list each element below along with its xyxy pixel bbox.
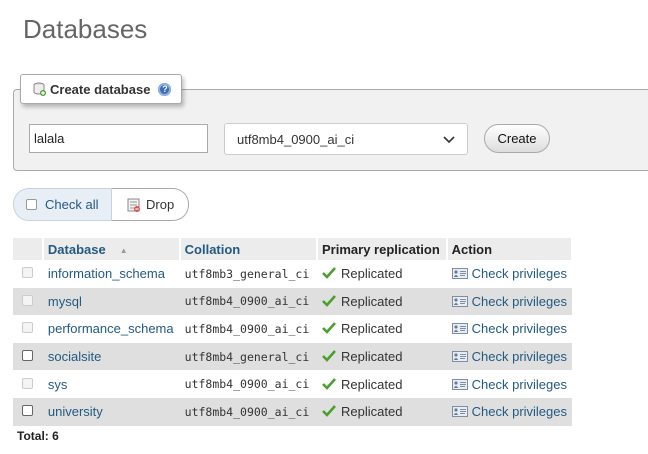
collation-cell: utf8mb4_0900_ai_ci bbox=[179, 287, 317, 316]
check-all-label: Check all bbox=[45, 197, 99, 212]
database-name-link[interactable]: mysql bbox=[42, 287, 180, 316]
checkmark-icon bbox=[322, 377, 336, 390]
check-privileges-link[interactable]: Check privileges bbox=[446, 287, 572, 316]
table-row: mysql utf8mb4_0900_ai_ci Replicated Check p… bbox=[13, 287, 572, 316]
replication-status: Replicated bbox=[341, 293, 403, 309]
check-privileges-label: Check privileges bbox=[471, 321, 567, 337]
collation-cell: utf8mb4_0900_ai_ci bbox=[179, 370, 317, 398]
databases-table: Database ▲ Collation Primary replication … bbox=[13, 238, 574, 426]
replication-column-header: Primary replication bbox=[317, 238, 448, 260]
page-title: Databases bbox=[23, 14, 148, 44]
collation-select[interactable]: utf8mb4_0900_ai_ci bbox=[224, 123, 468, 155]
chevron-down-icon bbox=[443, 132, 455, 147]
table-row: socialsite utf8mb4_general_ci Replicated Ch… bbox=[13, 342, 572, 371]
row-checkbox-cell bbox=[13, 315, 43, 343]
privileges-icon bbox=[451, 378, 468, 390]
collation-cell: utf8mb3_general_ci bbox=[179, 260, 317, 288]
database-name-link[interactable]: sys bbox=[42, 370, 180, 398]
sort-ascending-icon: ▲ bbox=[119, 245, 128, 255]
replication-cell: Replicated bbox=[317, 397, 447, 426]
help-icon[interactable]: ? bbox=[158, 82, 172, 96]
database-name-link[interactable]: performance_schema bbox=[42, 315, 180, 343]
check-privileges-link[interactable]: Check privileges bbox=[446, 260, 572, 288]
replication-cell: Replicated bbox=[317, 315, 447, 343]
check-privileges-label: Check privileges bbox=[471, 293, 567, 309]
check-privileges-link[interactable]: Check privileges bbox=[446, 315, 572, 343]
replication-status: Replicated bbox=[341, 321, 403, 337]
row-checkbox[interactable] bbox=[21, 294, 33, 306]
drop-button[interactable]: Drop bbox=[112, 188, 189, 221]
table-header-row: Database ▲ Collation Primary replication … bbox=[13, 238, 574, 260]
privileges-icon bbox=[451, 295, 468, 307]
privileges-icon bbox=[451, 267, 468, 280]
table-row: performance_schema utf8mb4_0900_ai_ci Repl… bbox=[13, 315, 572, 343]
drop-label: Drop bbox=[146, 197, 175, 212]
action-header-label: Action bbox=[451, 241, 493, 257]
replication-cell: Replicated bbox=[317, 260, 447, 288]
checkmark-icon bbox=[322, 350, 336, 362]
checkmark-icon bbox=[322, 322, 336, 335]
replication-status: Replicated bbox=[341, 266, 403, 282]
replication-status: Replicated bbox=[341, 349, 403, 365]
privileges-icon bbox=[451, 322, 468, 335]
check-privileges-label: Check privileges bbox=[471, 349, 567, 365]
create-button[interactable]: Create bbox=[484, 124, 550, 153]
replication-cell: Replicated bbox=[317, 342, 447, 371]
create-database-label: Create database bbox=[50, 81, 151, 97]
row-checkbox[interactable] bbox=[21, 322, 33, 334]
database-add-icon bbox=[33, 82, 46, 96]
checkbox-header bbox=[13, 238, 44, 260]
replication-cell: Replicated bbox=[317, 287, 447, 316]
table-row: university utf8mb4_0900_ai_ci Replicated Ch… bbox=[13, 397, 572, 426]
database-name-link[interactable]: socialsite bbox=[42, 342, 180, 371]
database-column-header[interactable]: Database ▲ bbox=[42, 238, 181, 260]
checkmark-icon bbox=[322, 405, 336, 418]
privileges-icon bbox=[451, 350, 468, 363]
total-count: Total: 6 bbox=[17, 429, 59, 443]
collation-column-header[interactable]: Collation bbox=[179, 238, 319, 260]
database-name-input[interactable] bbox=[29, 124, 208, 153]
row-checkbox[interactable] bbox=[21, 350, 33, 362]
drop-icon bbox=[127, 198, 140, 212]
checkmark-icon bbox=[322, 295, 336, 307]
database-name-link[interactable]: university bbox=[42, 397, 180, 426]
table-row: information_schema utf8mb3_general_ci Repl… bbox=[13, 260, 572, 288]
row-checkbox[interactable] bbox=[21, 377, 33, 389]
database-name-link[interactable]: information_schema bbox=[42, 260, 180, 288]
collation-header-label: Collation bbox=[184, 241, 241, 257]
replication-status: Replicated bbox=[341, 404, 403, 420]
collation-cell: utf8mb4_general_ci bbox=[179, 342, 317, 371]
check-all-checkbox[interactable] bbox=[26, 199, 37, 210]
row-checkbox-cell bbox=[13, 397, 43, 426]
row-checkbox-cell bbox=[13, 370, 43, 398]
collation-cell: utf8mb4_0900_ai_ci bbox=[179, 315, 317, 343]
check-privileges-label: Check privileges bbox=[471, 404, 567, 420]
check-all-button[interactable]: Check all bbox=[13, 188, 112, 221]
replication-header-label: Primary replication bbox=[322, 241, 440, 257]
privileges-icon bbox=[451, 405, 468, 418]
check-privileges-link[interactable]: Check privileges bbox=[446, 370, 572, 398]
checkmark-icon bbox=[322, 267, 336, 280]
check-privileges-label: Check privileges bbox=[471, 266, 567, 282]
create-database-legend: Create database ? bbox=[20, 74, 183, 104]
check-privileges-label: Check privileges bbox=[471, 376, 567, 392]
row-checkbox-cell bbox=[13, 342, 43, 371]
row-checkbox-cell bbox=[13, 287, 43, 316]
replication-status: Replicated bbox=[341, 376, 403, 392]
check-privileges-link[interactable]: Check privileges bbox=[446, 397, 572, 426]
row-checkbox[interactable] bbox=[21, 405, 33, 417]
table-row: sys utf8mb4_0900_ai_ci Replicated Check pri… bbox=[13, 370, 572, 398]
check-privileges-link[interactable]: Check privileges bbox=[446, 342, 572, 371]
collation-cell: utf8mb4_0900_ai_ci bbox=[179, 397, 317, 426]
replication-cell: Replicated bbox=[317, 370, 447, 398]
database-header-label: Database bbox=[47, 241, 106, 257]
row-checkbox[interactable] bbox=[21, 267, 33, 279]
action-column-header: Action bbox=[446, 238, 574, 260]
collation-select-value: utf8mb4_0900_ai_ci bbox=[237, 131, 355, 147]
row-checkbox-cell bbox=[13, 260, 43, 288]
